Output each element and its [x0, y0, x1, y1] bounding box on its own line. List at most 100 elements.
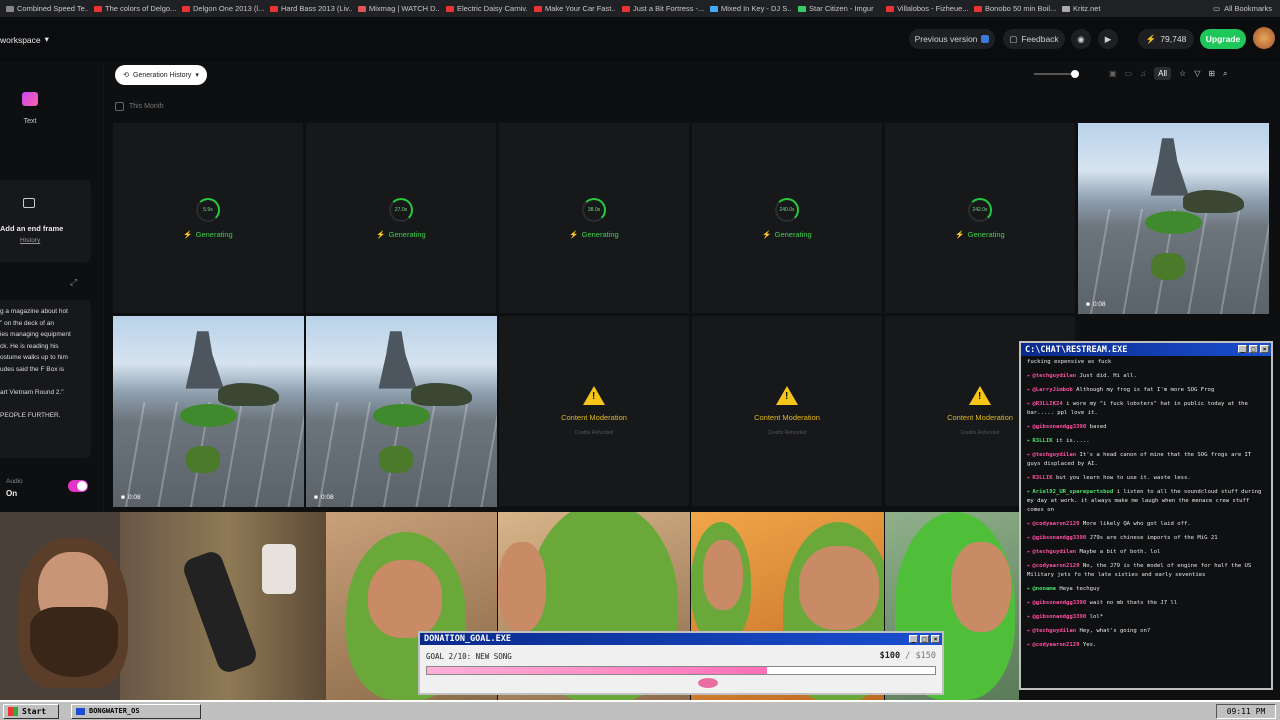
star-icon[interactable]: ☆: [1179, 69, 1186, 78]
chat-username: @techguydilan: [1027, 628, 1076, 634]
bookmark-item[interactable]: Mixmag | WATCH D...: [352, 4, 440, 13]
bookmark-label: Just a Bit Fortress -...: [633, 4, 704, 13]
donation-amount: $100: [879, 651, 901, 661]
expand-icon[interactable]: ⤢: [70, 277, 77, 288]
chat-username: @gibsonandgg3390: [1027, 535, 1086, 541]
bookmark-item[interactable]: Combined Speed Te...: [0, 4, 88, 13]
history-link[interactable]: History: [20, 237, 40, 244]
close-icon[interactable]: ×: [1260, 345, 1269, 353]
bookmark-item[interactable]: Electric Daisy Carniv...: [440, 4, 528, 13]
left-panel: Text Add an end frame History ⤢ g a maga…: [0, 62, 104, 512]
bolt-icon: ⚡: [955, 229, 965, 239]
avatar[interactable]: [1253, 27, 1275, 49]
generating-card[interactable]: 5.9s ⚡ Generating: [113, 123, 303, 313]
bookmark-item[interactable]: Make Your Car Fast...: [528, 4, 616, 13]
chat-username: @techguydilan: [1027, 452, 1076, 458]
zoom-slider[interactable]: [1034, 70, 1079, 78]
taskbar-item-bongwater[interactable]: BONGWATER_OS: [71, 703, 201, 719]
donation-progress-track: [426, 666, 936, 675]
workspace-label: workspace: [0, 34, 41, 45]
chat-message: Ariel92_UR_sparepartsbud i listen to all…: [1027, 488, 1263, 515]
bookmark-item[interactable]: Villalobos - Fizheue...: [880, 4, 968, 13]
maximize-icon[interactable]: □: [920, 635, 929, 643]
bookmark-item[interactable]: Hard Bass 2013 (Liv...: [264, 4, 352, 13]
bookmark-label: Mixmag | WATCH D...: [369, 4, 440, 13]
minimize-icon[interactable]: _: [1238, 345, 1247, 353]
chat-message: @gibsonandgg3390 based: [1027, 423, 1263, 432]
window-icon: [76, 707, 85, 715]
all-bookmarks-button[interactable]: ▭ All Bookmarks: [1204, 0, 1280, 17]
video-thumbnail[interactable]: ■ 0:08: [113, 316, 304, 507]
credits-badge[interactable]: ⚡ 79,748: [1138, 29, 1194, 49]
feedback-button[interactable]: ▢ Feedback: [1003, 29, 1065, 49]
bookmark-item[interactable]: Star Citizen - Imgur: [792, 4, 880, 13]
moderation-card[interactable]: Content Moderation Credits Refunded: [692, 316, 882, 506]
bookmark-icon: [974, 5, 982, 12]
chat-window[interactable]: C:\CHAT\RESTREAM.EXE _ □ × fucking expensi…: [1019, 341, 1273, 690]
bookmark-item[interactable]: Just a Bit Fortress -...: [616, 4, 704, 13]
chat-message: @codyaaron2129 Yes.: [1027, 641, 1263, 650]
start-button[interactable]: Start: [3, 703, 59, 719]
bookmark-item[interactable]: Kritz.net: [1056, 4, 1144, 13]
bookmark-label: Electric Daisy Carniv...: [457, 4, 528, 13]
moderation-card[interactable]: Content Moderation Credits Refunded: [499, 316, 689, 506]
chat-message: @techguydilan Hey, what's going on?: [1027, 627, 1263, 636]
audio-toggle[interactable]: [68, 480, 88, 492]
generation-history-button[interactable]: ⟲ Generation History ▾: [115, 65, 207, 85]
prompt-box[interactable]: g a magazine about hot " on the deck of a…: [0, 300, 91, 458]
prompt-line: ies managing equipment: [0, 331, 71, 338]
chat-username: R3LLIK: [1027, 438, 1053, 444]
prompt-line: [0, 375, 71, 387]
progress-ring: 242.0s: [968, 197, 992, 222]
grid-icon[interactable]: ⊞: [1208, 69, 1215, 78]
chat-message: @techguydilan Maybe a bit of both. lol: [1027, 548, 1263, 557]
search-icon[interactable]: ⌕: [1223, 69, 1227, 79]
minimize-icon[interactable]: _: [909, 635, 918, 643]
progress-ring: 5.9s: [196, 197, 220, 222]
chat-username: @gibsonandgg3390: [1027, 600, 1086, 606]
generating-card[interactable]: 242.0s ⚡ Generating: [885, 123, 1075, 313]
this-month-filter[interactable]: This Month: [115, 102, 164, 111]
credits-refunded: Credits Refunded: [574, 430, 614, 436]
video-thumbnail[interactable]: ■ 0:08: [306, 316, 497, 507]
generating-card[interactable]: 27.0s ⚡ Generating: [306, 123, 496, 313]
close-icon[interactable]: ×: [931, 635, 940, 643]
folder-icon: ▭: [1212, 4, 1221, 13]
filter-all-tab[interactable]: All: [1154, 67, 1172, 80]
bookmark-item[interactable]: The colors of Delgo...: [88, 4, 176, 13]
maximize-icon[interactable]: □: [1249, 345, 1258, 353]
webcam-feed: [0, 512, 326, 700]
bookmark-icon: [1062, 5, 1070, 12]
discord-icon[interactable]: ◉: [1071, 29, 1091, 49]
bookmark-item[interactable]: Delgon One 2013 (l...: [176, 4, 264, 13]
upgrade-button[interactable]: Upgrade: [1200, 29, 1246, 49]
audio-filter-icon[interactable]: ♫: [1140, 69, 1146, 78]
generating-card[interactable]: 240.0s ⚡ Generating: [692, 123, 882, 313]
funnel-icon[interactable]: ▽: [1194, 69, 1200, 78]
chat-username: @R3LLIK24: [1027, 401, 1063, 407]
workspace-selector[interactable]: workspace ▾: [0, 34, 49, 45]
bolt-icon: ⚡: [762, 229, 772, 239]
chat-message: fucking expensive as fuck: [1027, 358, 1263, 367]
text-mode-tab[interactable]: Text: [0, 92, 60, 128]
previous-version-button[interactable]: Previous version: [909, 29, 995, 49]
video-filter-icon[interactable]: ▭: [1125, 69, 1133, 78]
chat-text: Just did. Hi all.: [1079, 373, 1137, 379]
progress-ring: 27.0s: [389, 197, 413, 222]
bookmark-item[interactable]: Mixed In Key - DJ S...: [704, 4, 792, 13]
start-label: Start: [22, 706, 47, 716]
youtube-icon[interactable]: ▶: [1098, 29, 1118, 49]
video-camera-icon: ■: [1086, 301, 1090, 308]
donation-goal-text: GOAL 2/10: NEW SONG: [426, 652, 512, 661]
chat-message: @codyaaron2129 More likely QA who got la…: [1027, 520, 1263, 529]
chat-message: @techguydilan Just did. Hi all.: [1027, 372, 1263, 381]
image-filter-icon[interactable]: ▣: [1109, 69, 1117, 78]
end-frame-card[interactable]: Add an end frame History: [0, 180, 91, 262]
generating-card[interactable]: 38.0s ⚡ Generating: [499, 123, 689, 313]
chat-text: based: [1089, 424, 1107, 430]
chat-message: @gibsonandgg3390 J79s are chinese import…: [1027, 534, 1263, 543]
video-thumbnail[interactable]: ■ 0:08: [1078, 123, 1269, 314]
donation-window: DONATION_GOAL.EXE _ □ × GOAL 2/10: NEW SON…: [418, 631, 944, 695]
chat-username: @gibsonandgg3390: [1027, 424, 1086, 430]
bookmark-item[interactable]: Bonobo 50 min Boil...: [968, 4, 1056, 13]
